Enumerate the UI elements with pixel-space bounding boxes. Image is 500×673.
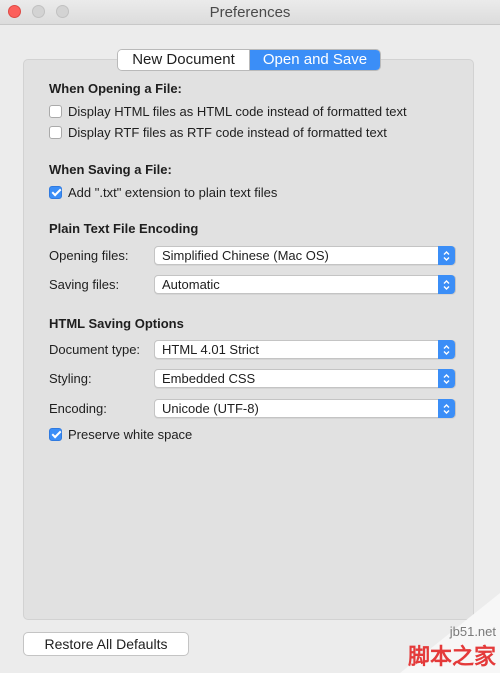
document-type-select[interactable]: HTML 4.01 Strict bbox=[154, 340, 456, 359]
restore-defaults-button[interactable]: Restore All Defaults bbox=[23, 632, 189, 656]
saving-section-title: When Saving a File: bbox=[49, 162, 172, 177]
watermark-url: jb51.net bbox=[449, 624, 496, 639]
preserve-white-space-option[interactable]: Preserve white space bbox=[49, 426, 192, 442]
styling-select[interactable]: Embedded CSS bbox=[154, 369, 456, 388]
opening-files-select[interactable]: Simplified Chinese (Mac OS) bbox=[154, 246, 456, 265]
document-type-label: Document type: bbox=[49, 342, 141, 357]
add-txt-extension-option[interactable]: Add ".txt" extension to plain text files bbox=[49, 184, 277, 200]
display-html-label: Display HTML files as HTML code instead … bbox=[68, 103, 407, 119]
document-type-value: HTML 4.01 Strict bbox=[162, 342, 260, 357]
saving-files-label: Saving files: bbox=[49, 277, 120, 292]
html-section-title: HTML Saving Options bbox=[49, 316, 184, 331]
styling-label: Styling: bbox=[49, 371, 92, 386]
encoding-value: Unicode (UTF-8) bbox=[162, 401, 259, 416]
tab-bar: New Document Open and Save bbox=[117, 49, 381, 71]
display-html-checkbox[interactable] bbox=[49, 104, 62, 118]
display-rtf-checkbox[interactable] bbox=[49, 125, 62, 139]
select-arrows-icon bbox=[438, 275, 455, 294]
select-arrows-icon bbox=[438, 340, 455, 359]
display-rtf-label: Display RTF files as RTF code instead of… bbox=[68, 124, 387, 140]
select-arrows-icon bbox=[438, 246, 455, 265]
saving-files-select[interactable]: Automatic bbox=[154, 275, 456, 294]
tab-new-document[interactable]: New Document bbox=[118, 50, 250, 70]
title-bar: Preferences bbox=[0, 0, 500, 25]
select-arrows-icon bbox=[438, 369, 455, 388]
add-txt-extension-label: Add ".txt" extension to plain text files bbox=[68, 184, 278, 200]
encoding-label: Encoding: bbox=[49, 401, 107, 416]
preserve-white-space-label: Preserve white space bbox=[68, 426, 193, 442]
display-rtf-option[interactable]: Display RTF files as RTF code instead of… bbox=[49, 124, 387, 140]
display-html-option[interactable]: Display HTML files as HTML code instead … bbox=[49, 103, 407, 119]
watermark: jb51.net 脚本之家 bbox=[408, 624, 496, 671]
add-txt-extension-checkbox[interactable] bbox=[49, 185, 62, 199]
styling-value: Embedded CSS bbox=[162, 371, 256, 386]
select-arrows-icon bbox=[438, 399, 455, 418]
opening-files-label: Opening files: bbox=[49, 248, 129, 263]
saving-files-value: Automatic bbox=[162, 277, 220, 292]
encoding-section-title: Plain Text File Encoding bbox=[49, 221, 199, 236]
preserve-white-space-checkbox[interactable] bbox=[49, 427, 62, 441]
preferences-window: Preferences New Document Open and Save W… bbox=[0, 0, 500, 673]
tab-open-and-save[interactable]: Open and Save bbox=[250, 50, 380, 70]
watermark-site-name: 脚本之家 bbox=[407, 645, 496, 670]
opening-section-title: When Opening a File: bbox=[49, 81, 182, 96]
encoding-select[interactable]: Unicode (UTF-8) bbox=[154, 399, 456, 418]
window-title: Preferences bbox=[209, 4, 291, 21]
opening-files-value: Simplified Chinese (Mac OS) bbox=[162, 248, 329, 263]
